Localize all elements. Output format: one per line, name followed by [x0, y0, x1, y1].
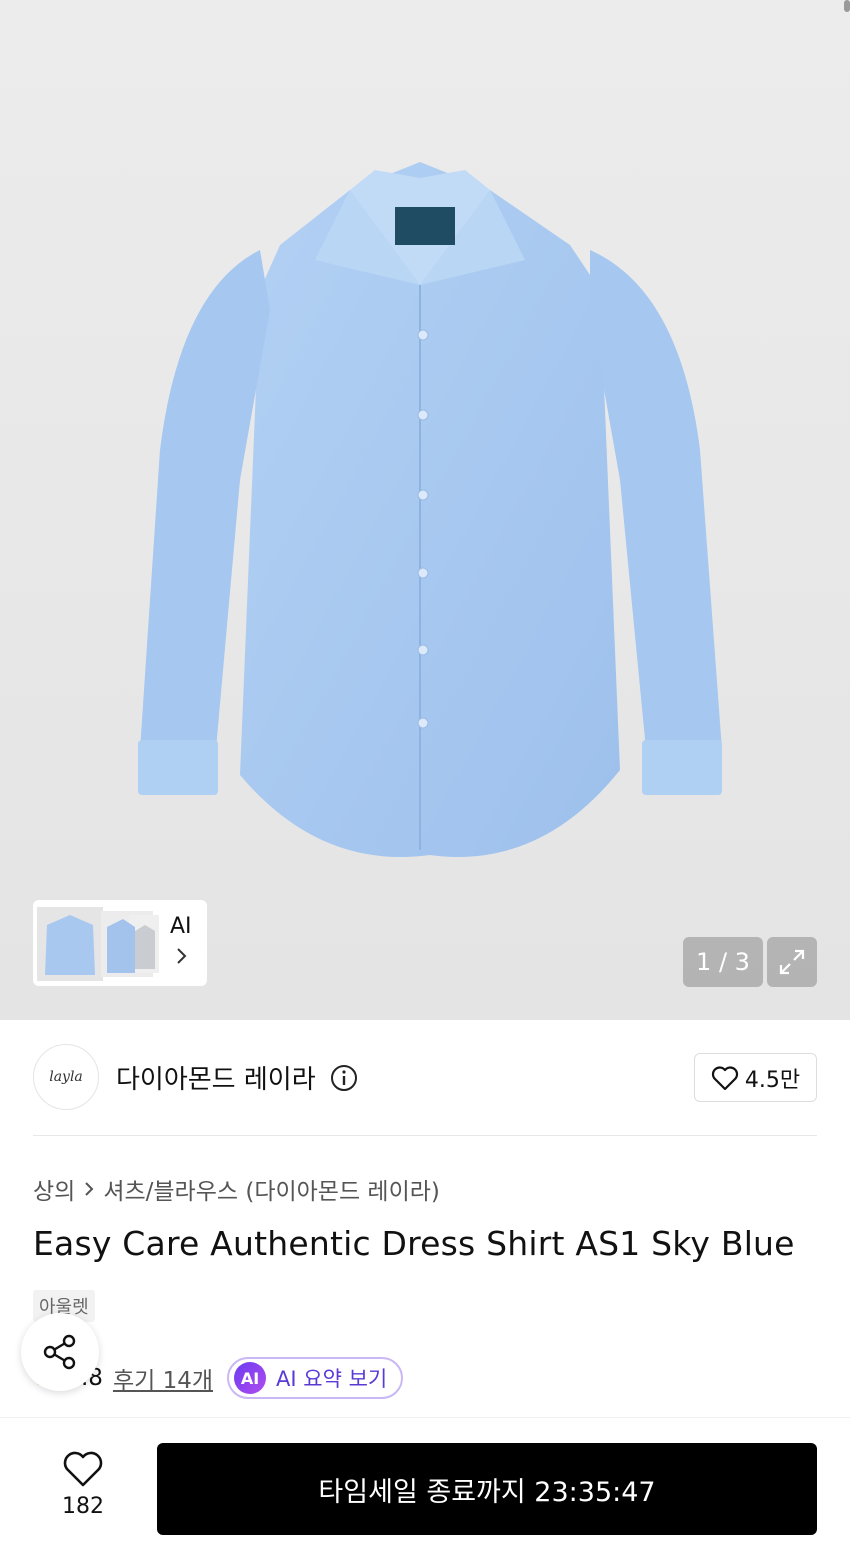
heart-icon: [711, 1065, 738, 1090]
chevron-right-icon: [85, 1182, 94, 1196]
expand-button[interactable]: [767, 937, 817, 987]
share-icon: [43, 1334, 76, 1370]
info-icon[interactable]: [330, 1064, 358, 1092]
ai-summary-label: AI 요약 보기: [276, 1367, 388, 1391]
ai-icon: AI: [234, 1362, 267, 1394]
heart-icon: [63, 1451, 103, 1487]
product-image-gallery[interactable]: AI 1 / 3: [0, 0, 850, 1020]
breadcrumb: 상의 셔츠/블라우스 (다이아몬드 레이라): [33, 1172, 440, 1206]
divider: [33, 1135, 817, 1136]
ai-summary-button[interactable]: AI AI 요약 보기: [227, 1357, 404, 1399]
chevron-right-icon: [177, 948, 187, 964]
product-image-shirt: [138, 162, 722, 858]
wishlist-button[interactable]: 182: [50, 1450, 116, 1519]
scrollbar[interactable]: [844, 0, 850, 12]
thumbnail-ai-label: AI: [170, 914, 192, 939]
time-sale-button[interactable]: 타임세일 종료까지 23:35:47: [157, 1443, 817, 1535]
image-counter: 1 / 3: [683, 937, 763, 987]
breadcrumb-category[interactable]: 상의: [33, 1172, 75, 1206]
thumbnail-images: [37, 907, 159, 981]
reviews-link[interactable]: 후기 14개: [113, 1361, 213, 1395]
share-button[interactable]: [21, 1313, 99, 1391]
ai-thumbnail-card[interactable]: AI: [33, 900, 207, 986]
expand-icon: [779, 949, 805, 975]
brand-logo[interactable]: layla: [33, 1044, 99, 1110]
product-title: Easy Care Authentic Dress Shirt AS1 Sky …: [33, 1224, 795, 1263]
brand-name[interactable]: 다이아몬드 레이라: [116, 1059, 316, 1096]
brand-like-count: 4.5만: [744, 1067, 801, 1093]
wishlist-count: 182: [62, 1494, 104, 1519]
brand-like-button[interactable]: 4.5만: [694, 1053, 817, 1102]
breadcrumb-subcategory[interactable]: 셔츠/블라우스 (다이아몬드 레이라): [103, 1172, 440, 1206]
